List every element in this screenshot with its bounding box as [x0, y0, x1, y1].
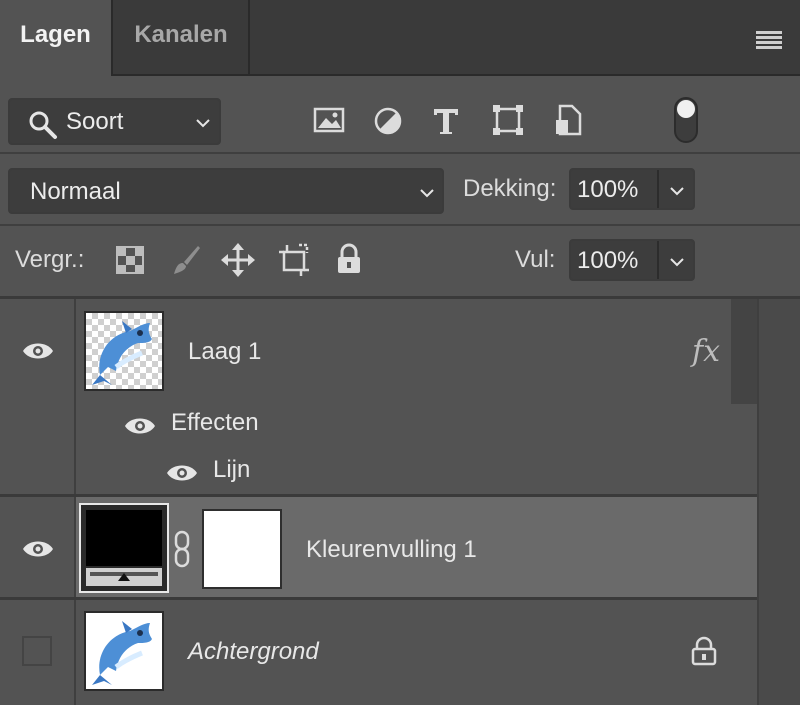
- chevron-down-icon: [420, 188, 434, 198]
- divider: [0, 224, 800, 226]
- type-filter-icon[interactable]: [432, 106, 460, 136]
- chevron-down-icon[interactable]: [670, 186, 684, 196]
- fill-layer-thumbnail[interactable]: [79, 503, 169, 593]
- layer-name[interactable]: Achtergrond: [188, 638, 319, 666]
- lock-all-icon[interactable]: [336, 243, 362, 275]
- fill-divider: [657, 241, 659, 279]
- tab-lagen[interactable]: Lagen: [0, 0, 113, 76]
- opacity-label: Dekking:: [463, 175, 557, 202]
- layer-name[interactable]: Kleurenvulling 1: [306, 536, 477, 564]
- shape-filter-icon[interactable]: [492, 104, 524, 136]
- eye-icon[interactable]: [166, 462, 198, 484]
- eye-icon[interactable]: [22, 538, 54, 560]
- filter-kind-dropdown[interactable]: Soort: [8, 98, 221, 145]
- fill-color-swatch: [86, 510, 162, 566]
- layer-thumbnail-dolphin: [84, 311, 164, 391]
- layer-name[interactable]: Laag 1: [188, 338, 261, 366]
- fill-label: Vul:: [515, 246, 556, 273]
- scrollbar-track[interactable]: [757, 299, 800, 705]
- layer-mask-thumbnail[interactable]: [202, 509, 282, 589]
- lock-label: Vergr.:: [15, 246, 85, 273]
- fill-gradient-bar: [86, 568, 162, 586]
- blend-mode-dropdown[interactable]: Normaal: [8, 168, 444, 214]
- fx-icon[interactable]: fx: [692, 334, 720, 369]
- effects-label[interactable]: Effecten: [171, 409, 259, 437]
- opacity-value: 100%: [577, 176, 639, 203]
- blend-mode-value: Normaal: [30, 178, 121, 205]
- opacity-input[interactable]: 100%: [569, 168, 695, 210]
- visibility-checkbox[interactable]: [22, 636, 52, 666]
- eye-icon[interactable]: [22, 340, 54, 362]
- lock-icon[interactable]: [691, 636, 717, 666]
- search-icon: [28, 110, 58, 140]
- lock-transparency-icon[interactable]: [116, 246, 144, 274]
- divider: [0, 152, 800, 154]
- fill-input[interactable]: 100%: [569, 239, 695, 281]
- lock-pixels-icon[interactable]: [170, 244, 202, 276]
- filter-kind-label: Soort: [66, 108, 124, 135]
- adjustment-filter-icon[interactable]: [373, 106, 403, 136]
- filter-toggle-switch[interactable]: [673, 96, 699, 144]
- panel-menu-icon[interactable]: [756, 30, 782, 50]
- layer-thumbnail-dolphin: [84, 611, 164, 691]
- scrollbar-thumb[interactable]: [731, 299, 757, 404]
- chevron-down-icon[interactable]: [670, 257, 684, 267]
- smart-object-filter-icon[interactable]: [554, 104, 582, 136]
- chevron-down-icon: [196, 118, 210, 128]
- effect-stroke-label[interactable]: Lijn: [213, 456, 250, 484]
- tab-kanalen[interactable]: Kanalen: [114, 0, 250, 74]
- eye-icon[interactable]: [124, 415, 156, 437]
- link-icon[interactable]: [173, 530, 191, 568]
- image-filter-icon[interactable]: [313, 106, 345, 134]
- lock-artboard-icon[interactable]: [277, 243, 311, 277]
- opacity-divider: [657, 170, 659, 208]
- lock-position-icon[interactable]: [221, 243, 255, 277]
- fill-value: 100%: [577, 247, 639, 274]
